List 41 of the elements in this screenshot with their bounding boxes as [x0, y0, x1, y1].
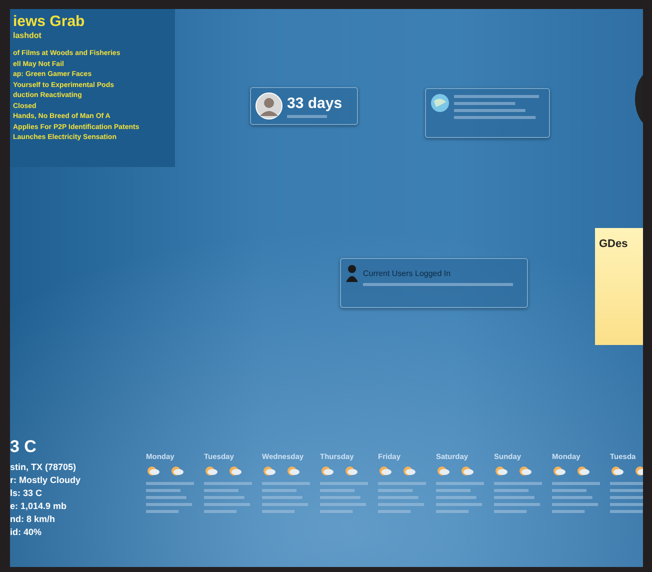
weather-icon — [344, 465, 358, 476]
widget-title: iews Grab — [13, 13, 86, 30]
weather-icon — [262, 465, 276, 476]
weather-icon — [228, 465, 242, 476]
weather-icon — [552, 465, 566, 476]
weather-detail: stin, TX (78705) — [10, 461, 78, 473]
user-icon — [345, 263, 359, 283]
weather-icon — [146, 465, 160, 476]
widget-title: Current Users Logged In — [363, 269, 451, 278]
weather-icon — [204, 465, 218, 476]
forecast-figures-drawing — [320, 482, 368, 513]
globe-icon — [430, 93, 450, 113]
forecast-figures-drawing — [146, 482, 194, 513]
weather-icon — [378, 465, 392, 476]
forecast-figures-drawing — [204, 482, 252, 513]
weather-detail: nd: 8 km/h — [10, 513, 56, 525]
weather-icon — [170, 465, 184, 476]
weather-icon — [610, 465, 624, 476]
temperature: 3 C — [10, 437, 38, 457]
forecast-figures-drawing — [552, 482, 600, 513]
countdown-value: 33 days — [287, 94, 342, 112]
forecast-figures-drawing — [494, 482, 542, 513]
weather-icon — [320, 465, 334, 476]
weather-icon — [436, 465, 450, 476]
avatar-icon — [255, 92, 283, 120]
forecast-figures-drawing — [378, 482, 426, 513]
forecast-figures-drawing — [262, 482, 310, 513]
note-text: GDes — [599, 238, 628, 250]
caption-drawing — [287, 114, 327, 118]
news-source: lashdot — [13, 31, 42, 40]
weather-icon — [494, 465, 508, 476]
weather-detail: id: 40% — [10, 526, 43, 538]
weather-icon — [402, 465, 416, 476]
weather-detail: r: Mostly Cloudy — [10, 474, 81, 486]
weather-icon — [518, 465, 532, 476]
weather-detail: ls: 33 C — [10, 487, 44, 499]
weather-detail: e: 1,014.9 mb — [10, 500, 68, 512]
weather-icon — [576, 465, 590, 476]
weather-icon — [460, 465, 474, 476]
forecast-figures-drawing — [436, 482, 484, 513]
weather-icon — [286, 465, 300, 476]
